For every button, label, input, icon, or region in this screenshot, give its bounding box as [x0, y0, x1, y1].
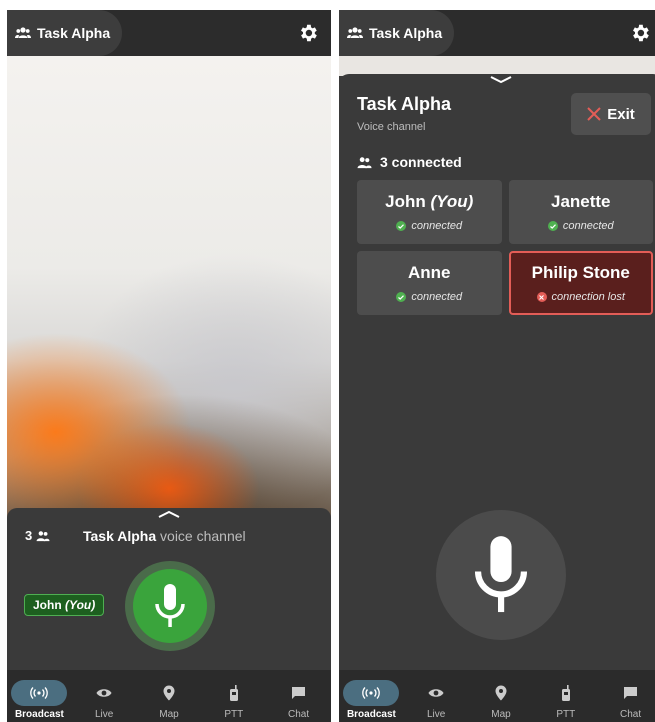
nav-item-live[interactable]: Live: [75, 680, 133, 720]
broadcast-icon: [362, 687, 381, 699]
channel-title-pill[interactable]: Task Alpha: [7, 10, 122, 56]
participant-card[interactable]: Anne connected: [357, 251, 502, 315]
nav-item-chat[interactable]: Chat: [602, 680, 655, 720]
nav-item-ptt[interactable]: PTT: [537, 680, 595, 720]
eye-icon: [428, 689, 444, 697]
participant-name: John: [385, 192, 426, 211]
app-title: Task Alpha: [37, 25, 111, 41]
participant-card[interactable]: Janette connected: [508, 180, 653, 244]
group-icon: [357, 156, 372, 168]
voice-channel-screen: Task Alpha Task Alpha Voice channel Exit…: [339, 10, 655, 722]
map-pin-icon: [495, 685, 507, 701]
channel-title-pill[interactable]: Task Alpha: [339, 10, 454, 56]
nav-label-ptt: PTT: [224, 709, 244, 720]
current-speaker-badge: John (You): [24, 594, 105, 616]
participant-count: 3: [25, 528, 50, 543]
connected-count-text: 3 connected: [380, 154, 462, 170]
participant-name: Anne: [408, 263, 451, 282]
nav-item-ptt[interactable]: PTT: [205, 680, 263, 720]
live-video-feed: [7, 56, 331, 526]
walkie-talkie-icon: [229, 685, 238, 701]
walkie-talkie-icon: [561, 685, 570, 701]
close-icon: [587, 107, 601, 121]
nav-label-broadcast: Broadcast: [14, 709, 64, 720]
app-title: Task Alpha: [369, 25, 443, 41]
connected-count: 3 connected: [357, 154, 462, 170]
participant-name: Janette: [550, 192, 611, 211]
participant-name-row: Philip Stone: [532, 263, 630, 283]
participant-card[interactable]: John (You) connected: [357, 180, 502, 244]
nav-label-chat: Chat: [620, 709, 642, 720]
exit-button[interactable]: Exit: [571, 93, 651, 135]
group-icon: [15, 27, 31, 38]
participant-status-text: connection lost: [551, 291, 625, 303]
nav-label-ptt: PTT: [556, 709, 576, 720]
nav-label-map: Map: [159, 709, 179, 720]
participant-name-row: Janette: [551, 192, 611, 212]
nav-item-broadcast[interactable]: Broadcast: [342, 680, 400, 720]
participant-status: connected: [396, 291, 462, 303]
gear-icon[interactable]: [629, 22, 651, 44]
chat-icon: [292, 687, 306, 699]
nav-item-live[interactable]: Live: [407, 680, 465, 720]
eye-icon: [96, 689, 112, 697]
nav-item-map[interactable]: Map: [472, 680, 530, 720]
group-icon: [36, 530, 50, 541]
channel-label: Task Alpha voice channel: [83, 528, 246, 544]
speaker-name: John: [33, 598, 62, 612]
exit-button-label: Exit: [607, 105, 635, 123]
participant-name: Philip Stone: [531, 263, 630, 282]
nav-label-map: Map: [491, 709, 511, 720]
top-app-bar: Task Alpha: [7, 10, 331, 56]
participant-status: connected: [396, 220, 462, 232]
participant-you-marker: (You): [430, 192, 474, 211]
live-video-feed-peek: [339, 56, 655, 76]
participant-status: connection lost: [536, 291, 625, 303]
microphone-icon: [155, 584, 185, 627]
bottom-navigation: Broadcast Live Map PTT Chat: [339, 670, 655, 722]
voice-channel-panel: Task Alpha Voice channel Exit 3 connecte…: [339, 74, 655, 670]
group-icon: [347, 27, 363, 38]
check-circle-icon: [396, 221, 407, 231]
top-app-bar: Task Alpha: [339, 10, 655, 56]
chevron-up-icon[interactable]: [158, 510, 180, 518]
channel-name: Task Alpha: [83, 528, 157, 544]
error-circle-icon: [536, 292, 547, 302]
chat-icon: [624, 687, 638, 699]
nav-item-map[interactable]: Map: [140, 680, 198, 720]
participant-grid: John (You) connected Janette connected A…: [357, 180, 653, 315]
microphone-button[interactable]: [133, 569, 207, 643]
participant-count-value: 3: [25, 528, 33, 543]
voice-channel-sheet: 3 Task Alpha voice channel John (You): [7, 508, 331, 670]
microphone-icon: [474, 536, 528, 613]
broadcast-screen: Task Alpha 3 Task Alpha voice channel Jo…: [7, 10, 331, 722]
bottom-navigation: Broadcast Live Map PTT Chat: [7, 670, 331, 722]
chevron-down-icon[interactable]: [490, 76, 512, 84]
nav-label-live: Live: [95, 709, 114, 720]
gear-icon[interactable]: [297, 22, 319, 44]
participant-card-lost[interactable]: Philip Stone connection lost: [508, 251, 653, 315]
participant-status: connected: [547, 220, 614, 232]
map-pin-icon: [163, 685, 175, 701]
nav-item-chat[interactable]: Chat: [270, 680, 328, 720]
broadcast-icon: [30, 687, 49, 699]
microphone-button[interactable]: [436, 510, 566, 640]
participant-status-text: connected: [562, 220, 614, 232]
participant-name-row: Anne: [408, 263, 451, 283]
panel-subtitle: Voice channel: [357, 121, 426, 133]
nav-label-chat: Chat: [288, 709, 310, 720]
push-to-talk-ring: [125, 561, 215, 651]
nav-label-live: Live: [427, 709, 446, 720]
speaker-you-marker: (You): [65, 598, 96, 612]
nav-label-broadcast: Broadcast: [346, 709, 396, 720]
participant-name-row: John (You): [385, 192, 473, 212]
participant-status-text: connected: [411, 220, 463, 232]
nav-item-broadcast[interactable]: Broadcast: [10, 680, 68, 720]
check-circle-icon: [547, 221, 558, 231]
check-circle-icon: [396, 292, 407, 302]
channel-suffix: voice channel: [160, 528, 246, 544]
participant-status-text: connected: [411, 291, 463, 303]
panel-title: Task Alpha: [357, 94, 452, 114]
